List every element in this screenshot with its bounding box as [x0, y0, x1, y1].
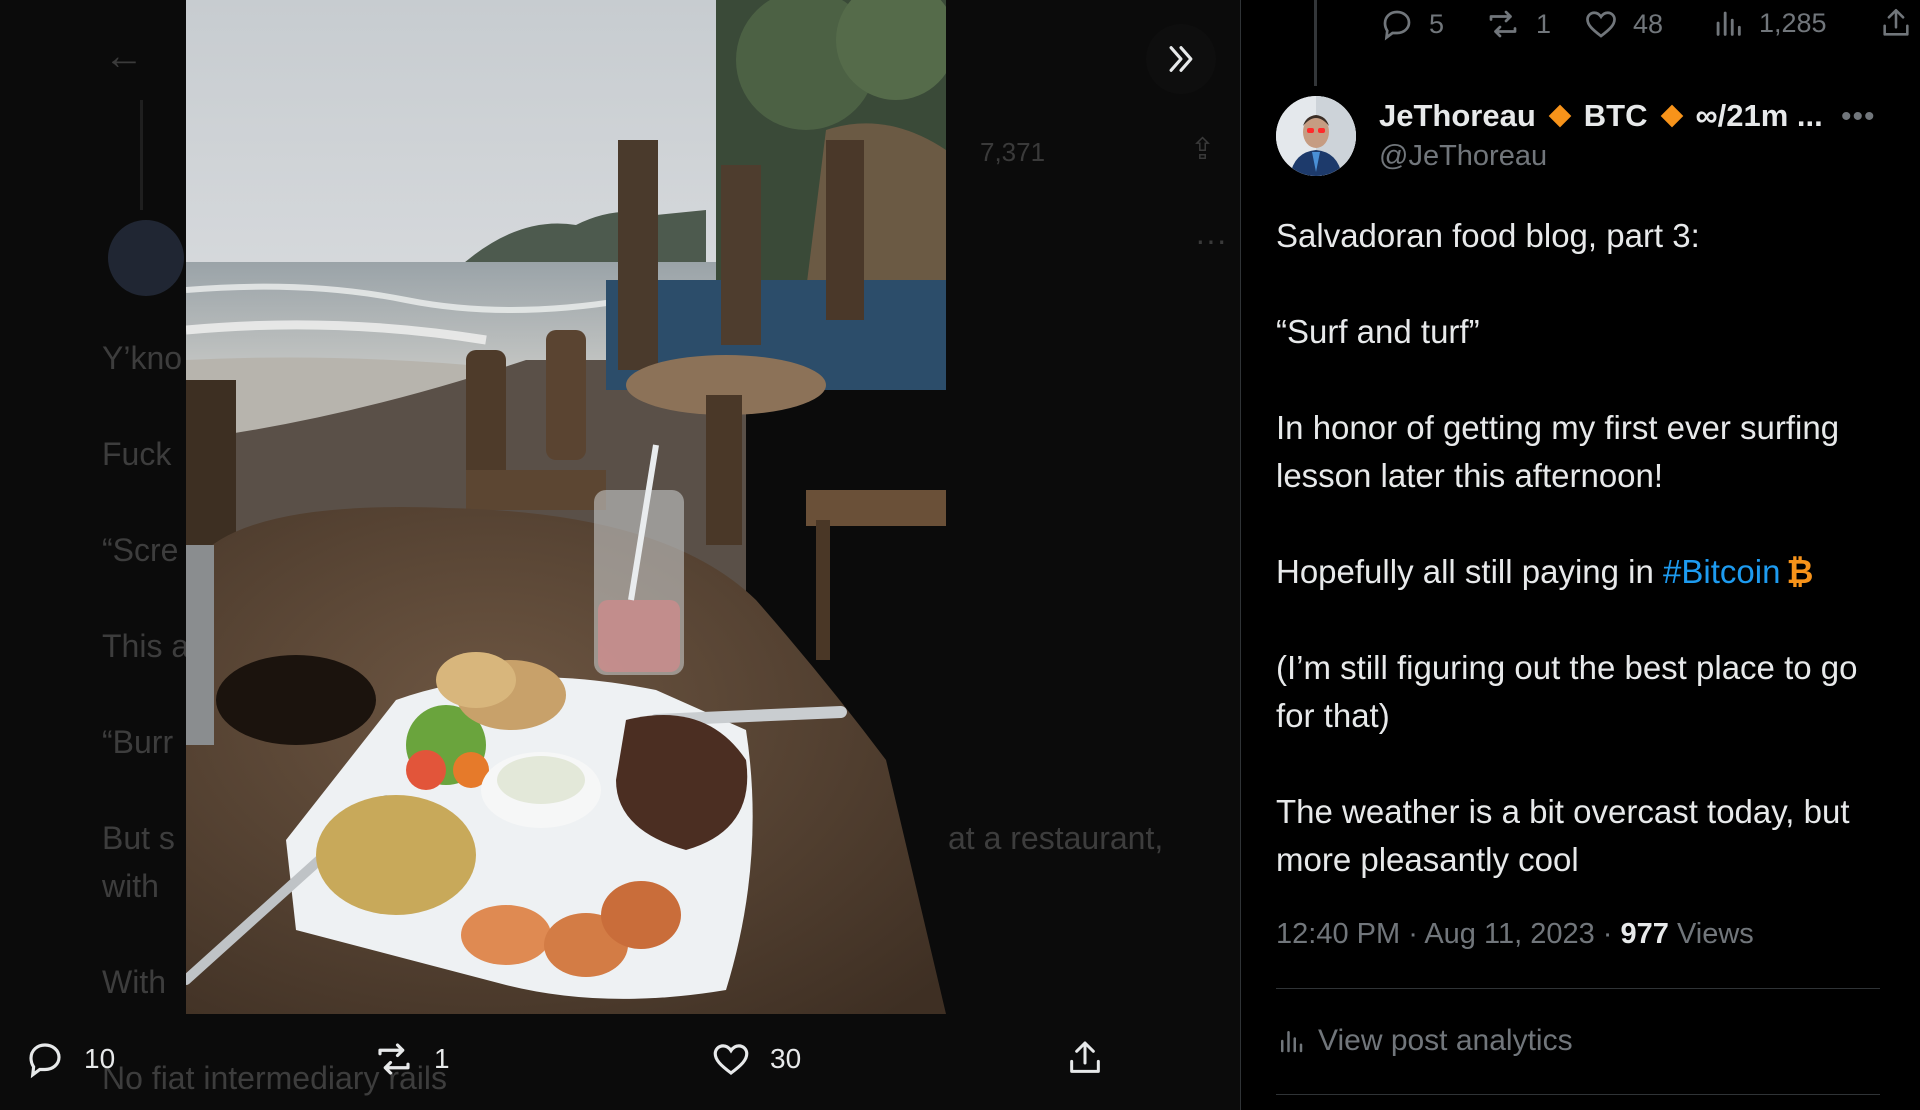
like-count: 48 [1633, 8, 1664, 39]
share-icon [1070, 1041, 1100, 1073]
parent-post-actions: 5 1 48 1,285 [1371, 6, 1911, 56]
display-name: JeThoreau [1379, 98, 1536, 133]
post-text: Salvadoran food blog, part 3: “Surf and … [1276, 212, 1886, 932]
double-chevron-right-icon [1169, 46, 1193, 72]
post-time[interactable]: 12:40 PM [1276, 918, 1400, 950]
views-count: 7,371 [980, 137, 1046, 167]
views-button[interactable]: 1,285 [1711, 6, 1827, 40]
thread-connector [1314, 0, 1317, 86]
food-photo-illustration [186, 0, 946, 1014]
post-paragraph: Salvadoran food blog, part 3: [1276, 217, 1700, 254]
more-icon: ··· [1195, 222, 1227, 258]
view-count: 1,285 [1759, 7, 1827, 38]
author-handle[interactable]: @JeThoreau [1379, 140, 1547, 173]
thread-text-line: With [102, 964, 166, 1000]
thread-text-line: But s [102, 820, 175, 856]
reply-button[interactable]: 5 [1379, 6, 1444, 42]
media-action-bar: 10 1 30 [0, 1010, 1240, 1110]
like-count: 30 [770, 1043, 802, 1074]
thread-text-line: “Burr [102, 724, 174, 760]
thread-text-line: “Scre [102, 532, 179, 568]
share-button[interactable] [1065, 1038, 1105, 1078]
back-arrow-icon[interactable]: ← [104, 34, 144, 79]
diamond-icon [1660, 104, 1683, 128]
reply-count: 10 [84, 1043, 116, 1074]
post-metadata: 12:40 PM · Aug 11, 2023 · 977 Views [1276, 918, 1754, 950]
post-text-fragment: Hopefully all still paying in [1276, 553, 1664, 590]
avatar [108, 220, 184, 296]
more-options-icon[interactable]: ••• [1841, 100, 1876, 134]
thread-text-line: This a [102, 628, 190, 664]
expand-panel-button[interactable] [1146, 24, 1216, 94]
reply-icon [1383, 10, 1411, 41]
reply-icon [29, 1043, 61, 1079]
post-paragraph: Hopefully all still paying in #Bitcoin ₿ [1276, 548, 1886, 596]
thread-connector [140, 100, 143, 210]
post-paragraph: “Surf and turf” [1276, 313, 1480, 350]
reply-count: 5 [1429, 8, 1445, 39]
repost-button[interactable]: 1 [1484, 6, 1551, 42]
analytics-icon [1281, 1031, 1303, 1053]
repost-count: 1 [1536, 8, 1552, 39]
analytics-icon [1716, 11, 1741, 36]
like-button[interactable]: 48 [1583, 6, 1663, 42]
thread-text-fragment: at a restaurant, [948, 820, 1164, 856]
name-tag-btc: BTC [1583, 98, 1648, 133]
reply-button[interactable]: 10 [24, 1038, 115, 1080]
post-paragraph: The weather is a bit overcast today, but… [1276, 793, 1850, 878]
thread-text-line: Fuck [102, 436, 172, 472]
view-post-analytics-link[interactable]: View post analytics [1276, 1024, 1573, 1058]
repost-button[interactable]: 1 [372, 1038, 450, 1080]
author-name[interactable]: JeThoreau BTC ∞/21m ... [1379, 98, 1823, 134]
repost-icon [1489, 10, 1517, 38]
views-count: 977 [1620, 918, 1669, 950]
post-date[interactable]: Aug 11, 2023 [1424, 918, 1594, 950]
post-paragraph: (I’m still figuring out the best place t… [1276, 649, 1858, 734]
like-button[interactable]: 30 [710, 1038, 801, 1080]
thread-text-line: with [102, 868, 159, 904]
diamond-icon [1548, 104, 1572, 128]
divider [1276, 988, 1880, 989]
hashtag-link[interactable]: #Bitcoin [1663, 553, 1780, 590]
divider [1276, 1094, 1880, 1095]
heart-icon [713, 1044, 749, 1075]
repost-count: 1 [434, 1043, 450, 1074]
heart-icon [1586, 11, 1616, 38]
repost-icon [378, 1043, 410, 1075]
views-label: Views [1676, 918, 1754, 950]
post-paragraph: In honor of getting my first ever surfin… [1276, 409, 1840, 494]
post-detail-panel: 5 1 48 1,285 JeThoreau BTC ∞/21m ... @Je… [1240, 0, 1920, 1110]
share-icon [1883, 8, 1909, 36]
name-tag-supply: ∞/21m ... [1695, 98, 1823, 133]
thread-text-line: Y’kno [102, 340, 183, 376]
post-photo[interactable] [186, 0, 946, 1014]
analytics-label: View post analytics [1318, 1024, 1573, 1057]
avatar[interactable] [1276, 96, 1356, 176]
share-icon: ⇪ [1190, 133, 1216, 166]
profile-photo [1276, 96, 1356, 176]
share-button[interactable] [1879, 6, 1920, 40]
bitcoin-icon: ₿ [1786, 553, 1814, 590]
